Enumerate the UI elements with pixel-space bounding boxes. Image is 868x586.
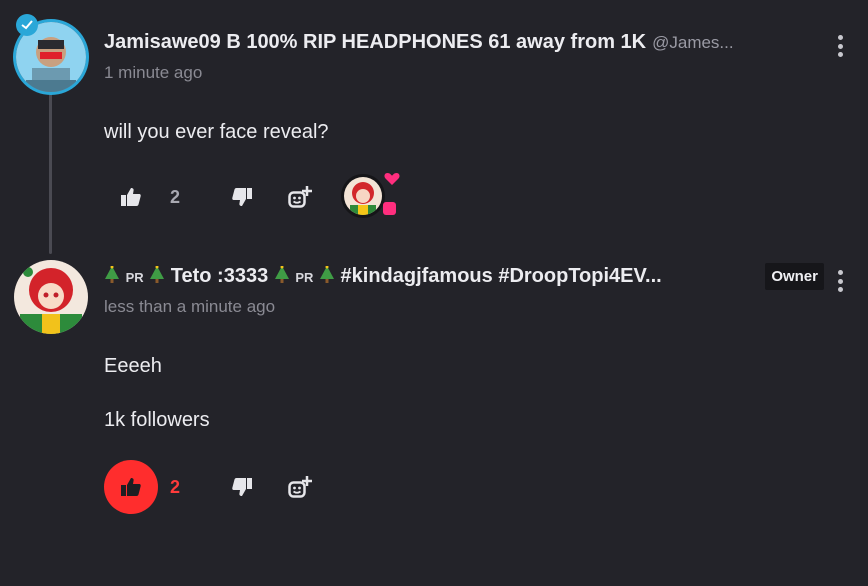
comment-header: Jamisawe09 B 100% RIP HEADPHONES 61 away… bbox=[104, 31, 868, 83]
username[interactable]: PR Teto :3333 PR #kindagjfamous #DroopTo… bbox=[104, 265, 662, 288]
verified-badge-icon bbox=[16, 14, 38, 36]
more-options-button[interactable] bbox=[836, 35, 844, 57]
christmas-tree-icon bbox=[105, 266, 119, 283]
user-handle[interactable]: @James... bbox=[652, 33, 734, 52]
timestamp: less than a minute ago bbox=[104, 297, 276, 316]
timestamp: 1 minute ago bbox=[104, 63, 203, 82]
like-count: 2 bbox=[170, 186, 181, 207]
comment-body-line: Eeeeh bbox=[104, 355, 162, 377]
comment-header: PR Teto :3333 PR #kindagjfamous #DroopTo… bbox=[104, 265, 868, 317]
dislike-button[interactable] bbox=[222, 177, 262, 217]
pr-badge: PR bbox=[295, 270, 314, 285]
avatar[interactable] bbox=[14, 260, 88, 334]
reply-button[interactable] bbox=[280, 467, 320, 507]
more-options-button[interactable] bbox=[836, 270, 844, 292]
thumbs-down-icon bbox=[232, 188, 252, 206]
owner-badge: Owner bbox=[765, 263, 824, 290]
thumbs-up-icon bbox=[121, 478, 141, 496]
like-button[interactable] bbox=[104, 170, 158, 224]
comment-actions: 2 bbox=[104, 170, 410, 224]
christmas-tree-icon bbox=[150, 266, 165, 283]
like-button[interactable] bbox=[104, 460, 158, 514]
heart-indicator bbox=[383, 202, 396, 215]
creator-heart bbox=[340, 170, 410, 224]
like-count: 2 bbox=[170, 476, 181, 497]
add-reply-icon bbox=[288, 476, 312, 498]
thumbs-up-icon bbox=[121, 188, 141, 206]
username-tags: #kindagjfamous #DroopTopi4EV... bbox=[340, 265, 662, 287]
more-vertical-icon bbox=[837, 270, 843, 275]
christmas-tree-icon bbox=[274, 266, 289, 283]
comment-body: will you ever face reveal? bbox=[104, 121, 329, 143]
creator-avatar bbox=[344, 177, 382, 215]
reply-button[interactable] bbox=[280, 177, 320, 217]
heart-icon bbox=[384, 173, 400, 185]
pr-badge: PR bbox=[125, 270, 144, 285]
dislike-button[interactable] bbox=[222, 467, 262, 507]
comment-body-line: 1k followers bbox=[104, 409, 210, 431]
display-name: Teto :3333 bbox=[170, 265, 269, 287]
thread-line bbox=[49, 92, 52, 254]
more-vertical-icon bbox=[837, 35, 843, 40]
thumbs-down-icon bbox=[232, 478, 252, 496]
comment-actions: 2 bbox=[104, 460, 320, 514]
christmas-tree-icon bbox=[319, 266, 334, 283]
add-reply-icon bbox=[288, 186, 312, 208]
username[interactable]: Jamisawe09 B 100% RIP HEADPHONES 61 away… bbox=[104, 31, 646, 54]
